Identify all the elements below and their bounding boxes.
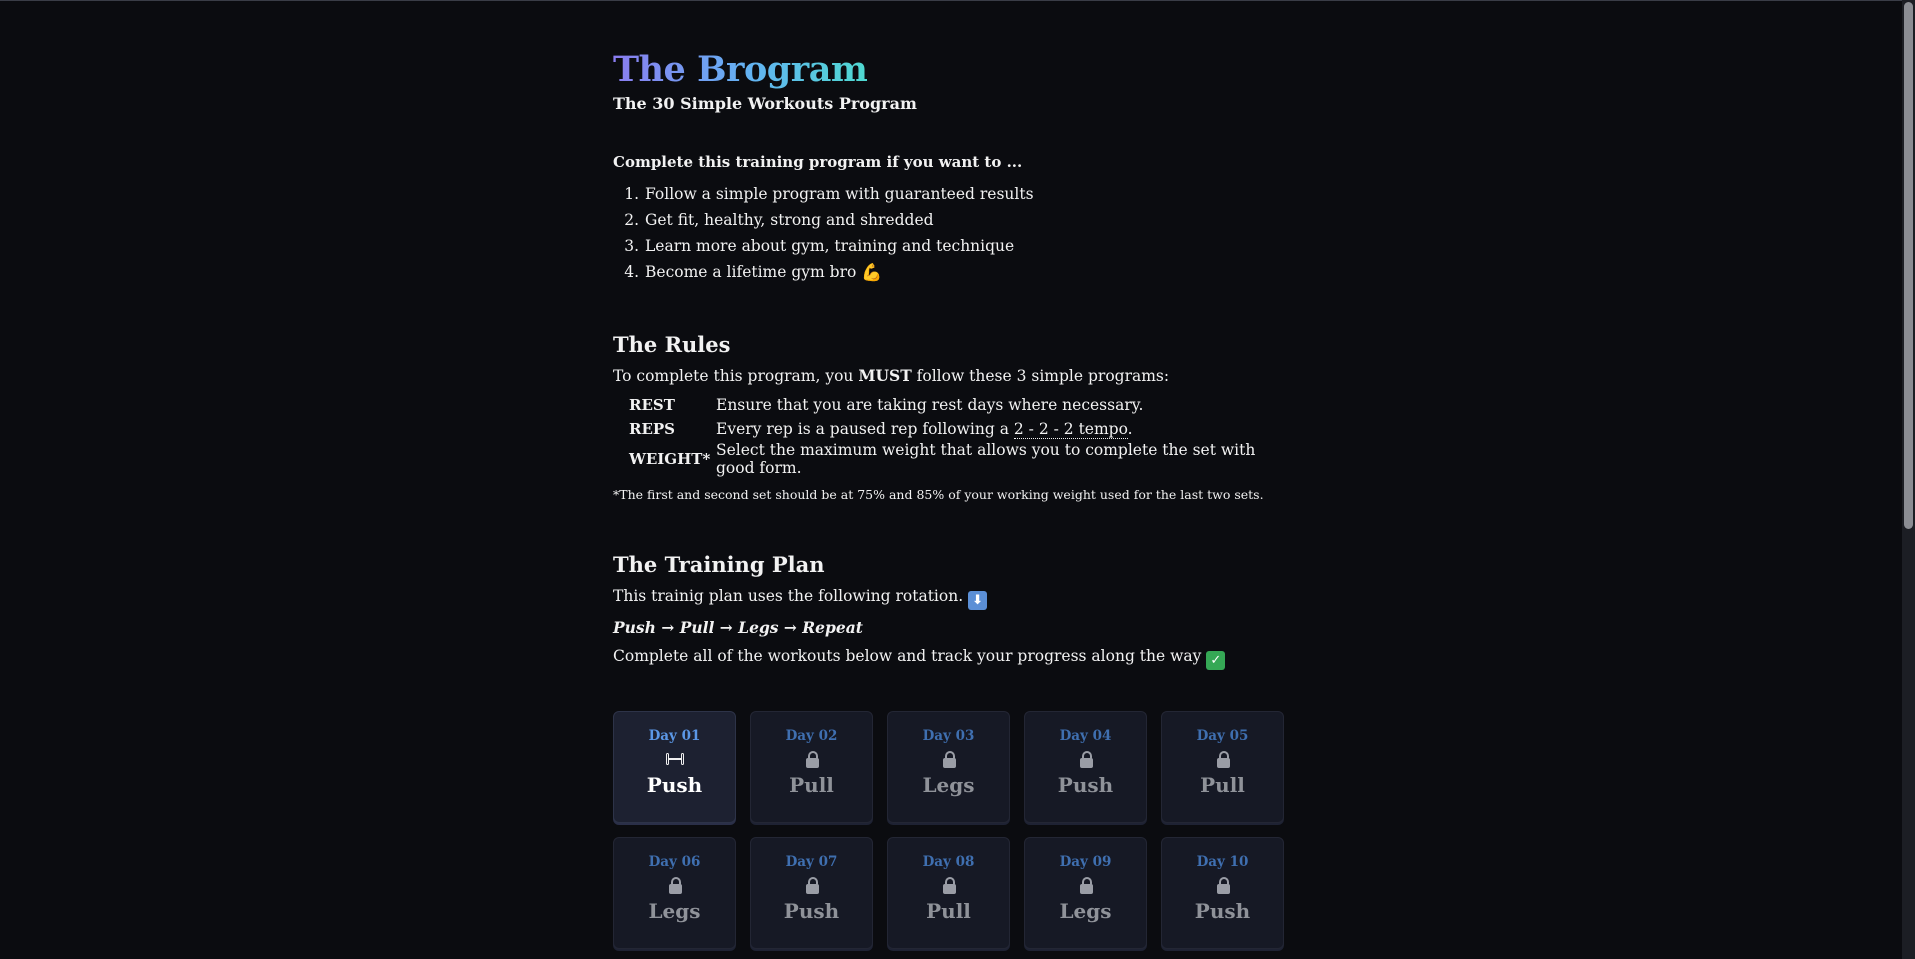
lock-icon xyxy=(802,751,822,768)
lock-icon xyxy=(1076,751,1096,768)
rule-text: Ensure that you are taking rest days whe… xyxy=(716,396,1144,414)
rule-text: Select the maximum weight that allows yo… xyxy=(716,441,1256,477)
day-label: Day 03 xyxy=(922,728,975,744)
plan-instruction: Complete all of the workouts below and t… xyxy=(613,645,1293,670)
rule-text: Every rep is a paused rep following a 2 … xyxy=(716,420,1133,439)
lock-icon xyxy=(939,751,959,768)
rotation-sequence: Push → Pull → Legs → Repeat xyxy=(613,618,863,637)
rule-row-rest: REST Ensure that you are taking rest day… xyxy=(626,393,1293,417)
main-content: The Brogram The 30 Simple Workouts Progr… xyxy=(613,48,1293,670)
lock-icon xyxy=(665,877,685,894)
rules-table: REST Ensure that you are taking rest day… xyxy=(626,393,1293,477)
scrollbar-thumb[interactable] xyxy=(1904,2,1913,529)
day-card[interactable]: Day 04 Push xyxy=(1024,711,1147,823)
day-label: Day 10 xyxy=(1196,854,1249,870)
day-workout-name: Legs xyxy=(1059,899,1112,923)
rotation-intro: This trainig plan uses the following rot… xyxy=(613,585,1293,610)
day-card[interactable]: Day 01 Push xyxy=(613,711,736,823)
day-workout-name: Pull xyxy=(1200,773,1245,797)
goal-item: Follow a simple program with guaranteed … xyxy=(644,181,1293,207)
day-workout-name: Pull xyxy=(926,899,971,923)
rules-title: The Rules xyxy=(613,332,731,357)
window-top-border xyxy=(0,0,1915,1)
day-card[interactable]: Day 08 Pull xyxy=(887,837,1010,949)
day-workout-name: Pull xyxy=(789,773,834,797)
day-card[interactable]: Day 03 Legs xyxy=(887,711,1010,823)
rule-key: REPS xyxy=(629,420,676,438)
day-card[interactable]: Day 05 Pull xyxy=(1161,711,1284,823)
day-card[interactable]: Day 10 Push xyxy=(1161,837,1284,949)
day-label: Day 06 xyxy=(648,854,701,870)
plan-title: The Training Plan xyxy=(613,552,825,577)
day-label: Day 09 xyxy=(1059,854,1112,870)
day-label: Day 01 xyxy=(648,728,701,744)
lock-icon xyxy=(1213,877,1233,894)
page-subtitle: The 30 Simple Workouts Program xyxy=(613,94,917,113)
rule-key: REST xyxy=(629,396,675,414)
rule-key: WEIGHT* xyxy=(629,450,711,468)
day-card[interactable]: Day 06 Legs xyxy=(613,837,736,949)
day-card[interactable]: Day 07 Push xyxy=(750,837,873,949)
day-label: Day 02 xyxy=(785,728,838,744)
goal-item: Learn more about gym, training and techn… xyxy=(644,233,1293,259)
scrollbar[interactable] xyxy=(1902,0,1915,959)
day-workout-name: Push xyxy=(646,773,703,797)
check-mark-icon: ✓ xyxy=(1206,651,1226,670)
day-card[interactable]: Day 09 Legs xyxy=(1024,837,1147,949)
day-label: Day 04 xyxy=(1059,728,1112,744)
goal-item: Become a lifetime gym bro 💪 xyxy=(644,259,1293,286)
day-label: Day 07 xyxy=(785,854,838,870)
rule-row-weight: WEIGHT* Select the maximum weight that a… xyxy=(626,441,1293,477)
lock-icon xyxy=(1213,751,1233,768)
day-workout-name: Legs xyxy=(648,899,701,923)
flexed-biceps-icon: 💪 xyxy=(861,263,883,283)
lock-icon xyxy=(1076,877,1096,894)
day-label: Day 08 xyxy=(922,854,975,870)
goal-item: Get fit, healthy, strong and shredded xyxy=(644,207,1293,233)
lock-icon xyxy=(802,877,822,894)
day-workout-name: Push xyxy=(1194,899,1251,923)
day-workout-name: Legs xyxy=(922,773,975,797)
intro-lead: Complete this training program if you wa… xyxy=(613,153,1023,171)
workout-grid: Day 01 Push Day 02 Pull Day 03 Legs Day 04 Push… xyxy=(613,711,1285,949)
rules-lead: To complete this program, you MUST follo… xyxy=(613,366,1170,385)
lock-icon xyxy=(939,877,959,894)
down-arrow-icon: ⬇ xyxy=(968,591,988,610)
rule-row-reps: REPS Every rep is a paused rep following… xyxy=(626,417,1293,441)
day-workout-name: Push xyxy=(783,899,840,923)
day-card[interactable]: Day 02 Pull xyxy=(750,711,873,823)
dumbbell-icon xyxy=(665,751,685,767)
page-title: The Brogram xyxy=(613,49,868,90)
day-label: Day 05 xyxy=(1196,728,1249,744)
goals-list: Follow a simple program with guaranteed … xyxy=(613,181,1293,286)
day-workout-name: Push xyxy=(1057,773,1114,797)
rules-footnote: *The first and second set should be at 7… xyxy=(613,487,1264,502)
tempo-abbr[interactable]: 2 - 2 - 2 tempo xyxy=(1013,420,1128,439)
